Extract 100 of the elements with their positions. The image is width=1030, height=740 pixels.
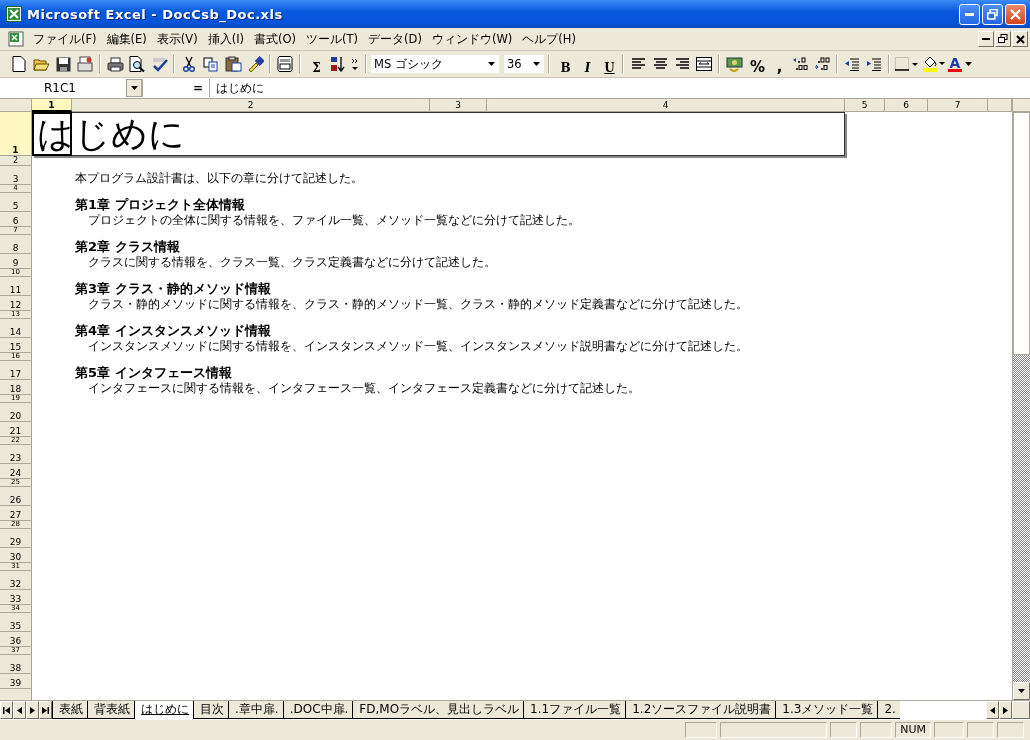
- row-header[interactable]: 36: [0, 632, 32, 647]
- chapter-heading: 第3章 クラス・静的メソッド情報: [74, 279, 272, 296]
- row-header[interactable]: 18: [0, 380, 32, 395]
- restore-button[interactable]: [995, 31, 1011, 47]
- sheet-tab[interactable]: 1.1ファイル一覧: [523, 701, 626, 719]
- sheet-tab[interactable]: 1.3メソッド一覧: [775, 701, 878, 719]
- comma-style-button[interactable]: ,: [767, 53, 789, 75]
- row-header[interactable]: 29: [0, 529, 32, 548]
- row-header[interactable]: 30: [0, 548, 32, 563]
- sheet-tab[interactable]: 表紙: [52, 701, 87, 719]
- chapter-description: プロジェクトの全体に関する情報を、ファイル一覧、メソッド一覧などに分けて記述した。: [87, 212, 581, 227]
- sheet-tab[interactable]: 1.2ソースファイル説明書: [625, 701, 776, 719]
- row-header[interactable]: 11: [0, 277, 32, 296]
- right-arrow-icon: [30, 706, 35, 714]
- row-header[interactable]: 2: [0, 156, 32, 166]
- dropdown-arrow-icon: [965, 62, 974, 66]
- menu-item[interactable]: ヘルプ(H): [517, 31, 581, 47]
- scroll-down-button[interactable]: [1013, 682, 1030, 700]
- last-sheet-button[interactable]: [39, 701, 52, 719]
- row-header[interactable]: 20: [0, 403, 32, 422]
- row-header[interactable]: 6: [0, 212, 32, 227]
- font-name-dropdown[interactable]: MS ゴシック: [370, 54, 500, 74]
- first-sheet-button[interactable]: [0, 701, 13, 719]
- row-header[interactable]: 15: [0, 338, 32, 353]
- column-header[interactable]: 6: [885, 99, 928, 112]
- menu-item[interactable]: ウィンドウ(W): [426, 31, 518, 47]
- bold-button[interactable]: B: [553, 53, 575, 75]
- status-panel: [934, 722, 964, 738]
- chapter-description: クラスに関する情報を、クラス一覧、クラス定義書などに分けて記述した。: [87, 254, 497, 269]
- intro-text: 本プログラム設計書は、以下の章に分けて記述した。: [74, 169, 364, 185]
- row-header[interactable]: 35: [0, 613, 32, 632]
- row-header[interactable]: 24: [0, 464, 32, 479]
- spreadsheet-icon: [6, 6, 22, 22]
- menu-item[interactable]: 書式(O): [249, 31, 302, 47]
- column-header[interactable]: 5: [845, 99, 885, 112]
- row-header[interactable]: 32: [0, 571, 32, 590]
- right-arrow-icon: [1003, 706, 1008, 714]
- sheet-tab[interactable]: .DOC中扉.: [282, 701, 353, 719]
- column-header[interactable]: 4: [487, 99, 845, 112]
- scroll-thumb[interactable]: [1013, 112, 1030, 355]
- left-arrow-icon: [990, 706, 995, 714]
- num-lock-indicator: NUM: [895, 722, 931, 738]
- active-cell-border: [32, 112, 72, 156]
- menu-item[interactable]: 挿入(I): [202, 31, 250, 47]
- row-header[interactable]: 12: [0, 296, 32, 311]
- dropdown-arrow-icon: [130, 86, 138, 90]
- row-header[interactable]: 9: [0, 254, 32, 269]
- row-header[interactable]: 14: [0, 319, 32, 338]
- sheet-tab[interactable]: 2.: [877, 701, 900, 719]
- font-color-button[interactable]: A: [947, 53, 974, 75]
- scroll-left-button[interactable]: [986, 701, 999, 719]
- last-icon: [42, 706, 49, 714]
- column-header[interactable]: 7: [928, 99, 988, 112]
- menu-item[interactable]: データ(D): [363, 31, 427, 47]
- sheet-tab[interactable]: 目次: [193, 701, 228, 719]
- menu-item[interactable]: 編集(E): [101, 31, 152, 47]
- row-header[interactable]: 3: [0, 166, 32, 185]
- font-size-dropdown[interactable]: 36: [503, 54, 545, 74]
- row-header[interactable]: 1: [0, 112, 32, 156]
- italic-button[interactable]: I: [575, 53, 597, 75]
- scroll-right-button[interactable]: [999, 701, 1012, 719]
- status-panel: [685, 722, 718, 738]
- close-button[interactable]: [1012, 31, 1028, 47]
- workbook-icon[interactable]: [8, 31, 24, 47]
- chapter-heading: 第1章 プロジェクト全体情報: [74, 195, 246, 212]
- clipboard-icon[interactable]: [222, 53, 244, 75]
- row-header[interactable]: 23: [0, 445, 32, 464]
- minimize-button[interactable]: [978, 31, 994, 47]
- menu-item[interactable]: ツール(T): [301, 31, 364, 47]
- column-header[interactable]: 2: [72, 99, 430, 112]
- dropdown-button[interactable]: [126, 79, 142, 97]
- underline-button[interactable]: U: [597, 53, 619, 75]
- row-header[interactable]: 17: [0, 361, 32, 380]
- row-header[interactable]: 26: [0, 487, 32, 506]
- row-header[interactable]: 38: [0, 655, 32, 674]
- formula-input[interactable]: はじめに: [209, 79, 1030, 97]
- percent-button[interactable]: %: [745, 53, 767, 75]
- restore-icon: [998, 34, 1008, 44]
- row-header[interactable]: 39: [0, 674, 32, 689]
- sheet-tab[interactable]: FD,MOラベル、見出しラベル: [352, 701, 524, 719]
- column-header[interactable]: 3: [430, 99, 487, 112]
- calculator-icon[interactable]: [274, 53, 296, 75]
- next-sheet-button[interactable]: [26, 701, 39, 719]
- column-header[interactable]: 1: [32, 99, 72, 112]
- sheet-tab[interactable]: .章中扉.: [228, 701, 283, 719]
- row-header[interactable]: 27: [0, 506, 32, 521]
- row-header[interactable]: 33: [0, 590, 32, 605]
- row-header[interactable]: 8: [0, 235, 32, 254]
- autosum-button[interactable]: Σ: [304, 53, 326, 75]
- minimize-icon: [982, 38, 990, 40]
- row-header[interactable]: 21: [0, 422, 32, 437]
- row-header[interactable]: 5: [0, 193, 32, 212]
- restore-icon: [987, 8, 998, 20]
- previous-sheet-button[interactable]: [13, 701, 26, 719]
- chapter-heading: 第5章 インタフェース情報: [74, 363, 233, 380]
- chapter-description: クラス・静的メソッドに関する情報を、クラス・静的メソッド一覧、クラス・静的メソッド定義書などに分けて記述した。: [87, 296, 749, 311]
- menu-item[interactable]: 表示(V): [151, 31, 203, 47]
- window-title: Microsoft Excel - DocCsb_Doc.xls: [27, 6, 283, 22]
- menu-item[interactable]: ファイル(F): [28, 31, 102, 47]
- sheet-tab[interactable]: 背表紙: [87, 701, 134, 719]
